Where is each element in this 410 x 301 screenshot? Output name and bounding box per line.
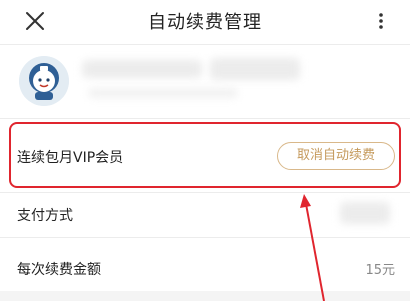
more-vertical-icon[interactable] xyxy=(372,10,390,32)
header-divider xyxy=(0,44,410,45)
user-info-redacted xyxy=(88,88,238,98)
page-title: 自动续费管理 xyxy=(148,12,262,33)
profile-divider xyxy=(0,118,410,119)
row-divider-1 xyxy=(0,192,410,193)
renewal-amount: 15元 xyxy=(365,263,395,278)
username-redacted xyxy=(82,60,202,78)
row-divider-2 xyxy=(0,237,410,238)
renewal-amount-row: 每次续费金额 xyxy=(0,239,410,289)
avatar xyxy=(19,56,69,106)
username-redacted-2 xyxy=(210,58,300,80)
payment-method-redacted xyxy=(340,202,390,224)
payment-label: 支付方式 xyxy=(17,208,73,224)
bottom-spacer xyxy=(0,291,410,301)
annotation-highlight-box xyxy=(9,122,401,188)
avatar-icon xyxy=(19,56,69,106)
renewal-label: 每次续费金额 xyxy=(17,262,101,278)
app-header: 自动续费管理 xyxy=(0,0,410,44)
